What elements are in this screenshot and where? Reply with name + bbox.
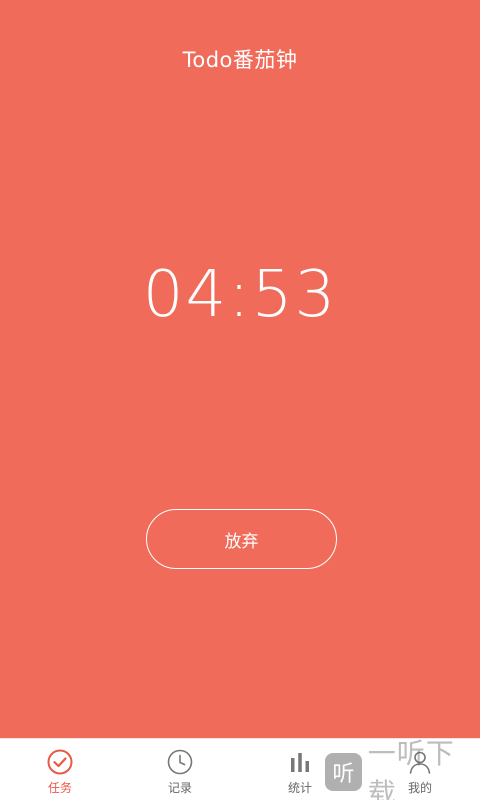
- bottom-tab-bar: 任务 记录 统计 我的: [0, 738, 480, 800]
- tab-stats-label: 统计: [287, 781, 312, 795]
- clock-icon: [166, 748, 194, 776]
- tab-records-label: 记录: [167, 781, 192, 795]
- tab-tasks-label: 任务: [47, 781, 72, 795]
- check-circle-icon: [46, 748, 74, 776]
- tab-tasks[interactable]: 任务: [0, 739, 120, 800]
- tab-stats[interactable]: 统计: [240, 739, 360, 800]
- pomodoro-screen: Todo番茄钟 04:53 放弃: [0, 0, 480, 738]
- tab-profile-label: 我的: [407, 781, 432, 795]
- user-icon: [406, 748, 434, 776]
- countdown-timer: 04:53: [142, 258, 338, 332]
- tab-records[interactable]: 记录: [120, 739, 240, 800]
- bar-chart-icon: [286, 748, 314, 776]
- tab-profile[interactable]: 我的: [360, 739, 480, 800]
- give-up-button[interactable]: 放弃: [146, 509, 337, 569]
- page-title: Todo番茄钟: [182, 48, 298, 72]
